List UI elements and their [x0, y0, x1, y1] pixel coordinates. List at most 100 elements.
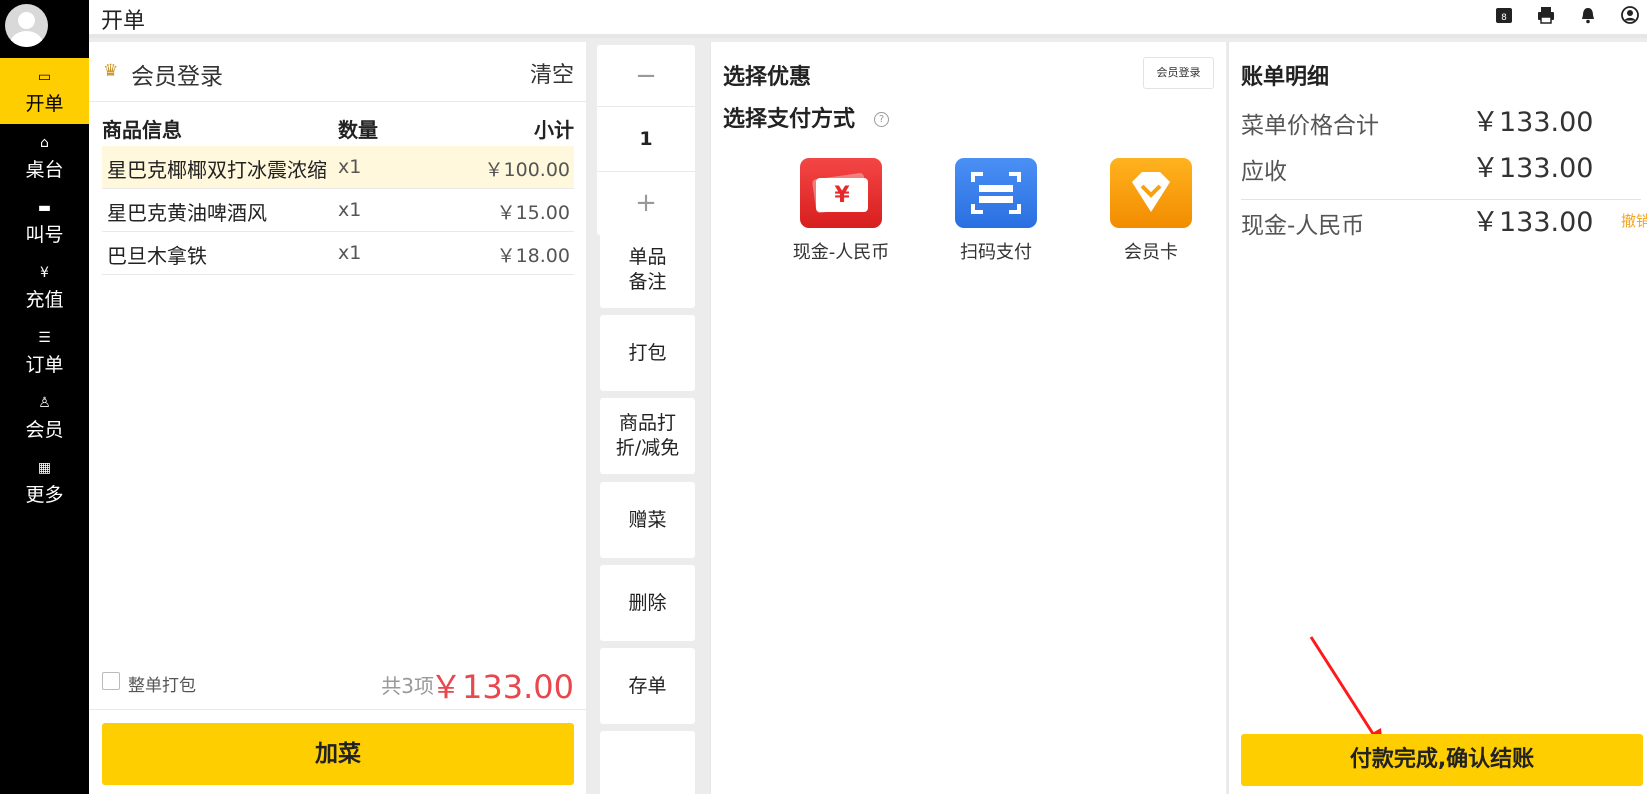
payment-panel: 选择优惠 会员登录 选择支付方式 ? ¥ 现金-人民币 扫码支付 会员卡 [710, 42, 1226, 794]
grid-icon: ▦ [37, 460, 52, 476]
sidebar-item-label: 桌台 [25, 159, 64, 181]
quantity-value: 1 [639, 128, 653, 150]
table-row[interactable]: 星巴克黄油啤酒风 x1 ￥15.00 [102, 189, 574, 232]
member-login-button[interactable]: 会员登录 [1143, 57, 1214, 89]
order-footer: 整单打包 共3项 ￥133.00 [102, 662, 574, 706]
sidebar-item-label: 更多 [25, 484, 64, 506]
decrease-button[interactable]: − [597, 45, 695, 107]
discount-button[interactable]: 商品打 折/减免 [600, 398, 695, 474]
avatar-head [18, 12, 35, 29]
item-qty: x1 [338, 156, 362, 178]
increase-button[interactable]: + [597, 171, 695, 233]
queue-number-icon[interactable]: 8 [1495, 6, 1513, 24]
bill-label: 菜单价格合计 [1241, 113, 1379, 139]
item-name: 星巴克椰椰双打冰震浓缩 [107, 158, 327, 182]
pack-all-label: 整单打包 [128, 676, 196, 696]
pay-method-label: 现金-人民币 [792, 242, 890, 263]
sidebar-item-label: 开单 [25, 93, 64, 115]
table-row[interactable]: 巴旦木拿铁 x1 ￥18.00 [102, 232, 574, 275]
confirm-checkout-button[interactable]: 付款完成,确认结账 [1241, 734, 1643, 786]
svg-text:¥: ¥ [834, 183, 850, 208]
bill-label: 应收 [1241, 159, 1287, 185]
order-table-header: 商品信息 数量 小计 [102, 112, 574, 142]
pack-all-checkbox[interactable] [102, 672, 120, 690]
printer-icon[interactable] [1537, 6, 1555, 24]
item-qty: x1 [338, 242, 362, 264]
bell-icon[interactable] [1579, 6, 1597, 24]
pay-method-label: 扫码支付 [960, 242, 1032, 263]
sidebar-item-member[interactable]: ♙ 会员 [0, 384, 89, 450]
bill-label: 现金-人民币 [1241, 213, 1365, 239]
divider [89, 709, 586, 710]
sidebar-item-cashier[interactable]: ▭ 开单 [0, 58, 89, 124]
save-order-button[interactable]: 存单 [600, 648, 695, 724]
bill-row-receivable: 应收 ￥133.00 [1241, 146, 1641, 186]
pack-button[interactable]: 打包 [600, 315, 695, 391]
sidebar-item-orders[interactable]: ☰ 订单 [0, 319, 89, 385]
pay-method-member-card[interactable]: 会员卡 [1076, 158, 1226, 264]
pay-method-label: 会员卡 [1124, 242, 1178, 263]
gift-dish-button[interactable]: 赠菜 [600, 482, 695, 558]
pay-method-title: 选择支付方式 [723, 107, 856, 132]
top-icons: 8 [1495, 6, 1639, 24]
pay-method-cash[interactable]: ¥ 现金-人民币 [766, 158, 916, 264]
pay-method-scan[interactable]: 扫码支付 [921, 158, 1071, 264]
delete-button[interactable]: 删除 [600, 565, 695, 641]
bill-panel: 账单明细 菜单价格合计 ￥133.00 应收 ￥133.00 现金-人民币 ￥1… [1228, 42, 1647, 794]
sidebar-item-call-number[interactable]: ▬ 叫号 [0, 189, 89, 255]
sidebar-item-table[interactable]: ⌂ 桌台 [0, 124, 89, 190]
undo-payment-link[interactable]: 撤销 [1621, 210, 1647, 231]
sidebar-item-recharge[interactable]: ¥ 充值 [0, 254, 89, 320]
table-icon: ⌂ [40, 135, 49, 151]
queue-badge: 8 [1501, 13, 1507, 23]
order-rows: 星巴克椰椰双打冰震浓缩 x1 ￥100.00 星巴克黄油啤酒风 x1 ￥15.0… [102, 146, 574, 275]
item-subtotal: ￥15.00 [496, 202, 570, 224]
member-icon: ♙ [38, 395, 51, 411]
bill-value: ￥133.00 [1472, 153, 1594, 184]
discount-title: 选择优惠 [723, 65, 812, 90]
item-subtotal: ￥100.00 [484, 159, 570, 181]
add-dish-button[interactable]: 加菜 [102, 723, 574, 785]
item-qty: x1 [338, 199, 362, 221]
sidebar-item-more[interactable]: ▦ 更多 [0, 449, 89, 515]
scan-qr-icon [955, 158, 1037, 228]
order-panel: ♛ 会员登录 清空 商品信息 数量 小计 星巴克椰椰双打冰震浓缩 x1 ￥100… [89, 42, 586, 794]
help-icon[interactable]: ? [874, 112, 889, 127]
member-login-link[interactable]: 会员登录 [131, 57, 223, 91]
member-card-icon [1110, 158, 1192, 228]
sidebar: ▭ 开单 ⌂ 桌台 ▬ 叫号 ¥ 充值 ☰ 订单 ♙ 会员 ▦ 更多 [0, 0, 89, 794]
user-icon[interactable] [1621, 6, 1639, 24]
sidebar-item-label: 充值 [25, 289, 64, 311]
column-header-subtotal: 小计 [534, 118, 574, 142]
item-note-button[interactable]: 单品 备注 [600, 232, 695, 308]
bill-title: 账单明细 [1241, 65, 1330, 90]
avatar[interactable] [5, 4, 48, 47]
sidebar-item-label: 会员 [25, 419, 64, 441]
crown-icon: ♛ [103, 61, 119, 81]
sidebar-item-label: 订单 [25, 354, 64, 376]
sidebar-item-label: 叫号 [25, 224, 64, 246]
item-name: 星巴克黄油啤酒风 [107, 201, 267, 225]
page-title: 开单 [101, 9, 146, 34]
ticket-icon: ▬ [37, 200, 52, 216]
order-total: ￥133.00 [430, 668, 574, 706]
column-header-name: 商品信息 [102, 118, 182, 142]
bill-row-menu-total: 菜单价格合计 ￥133.00 [1241, 100, 1641, 140]
more-action-button[interactable] [600, 731, 695, 794]
quantity-stepper: − 1 + [597, 45, 695, 235]
cashier-icon: ▭ [37, 69, 52, 85]
item-count: 共3项 [381, 674, 434, 698]
bill-value: ￥133.00 [1472, 107, 1594, 138]
column-header-qty: 数量 [338, 118, 378, 142]
clear-button[interactable]: 清空 [530, 57, 574, 89]
item-subtotal: ￥18.00 [496, 245, 570, 267]
actions-column: − 1 + 单品 备注 打包 商品打 折/减免 赠菜 删除 存单 [591, 42, 710, 794]
table-row[interactable]: 星巴克椰椰双打冰震浓缩 x1 ￥100.00 [102, 146, 574, 189]
order-list-icon: ☰ [38, 330, 51, 346]
avatar-body [10, 31, 43, 47]
cash-yen-icon: ¥ [800, 158, 882, 228]
top-bar: 开单 8 [89, 0, 1647, 38]
bill-row-payment: 现金-人民币 ￥133.00 撤销 [1241, 200, 1647, 240]
item-name: 巴旦木拿铁 [107, 244, 207, 268]
yen-coin-icon: ¥ [40, 265, 49, 281]
